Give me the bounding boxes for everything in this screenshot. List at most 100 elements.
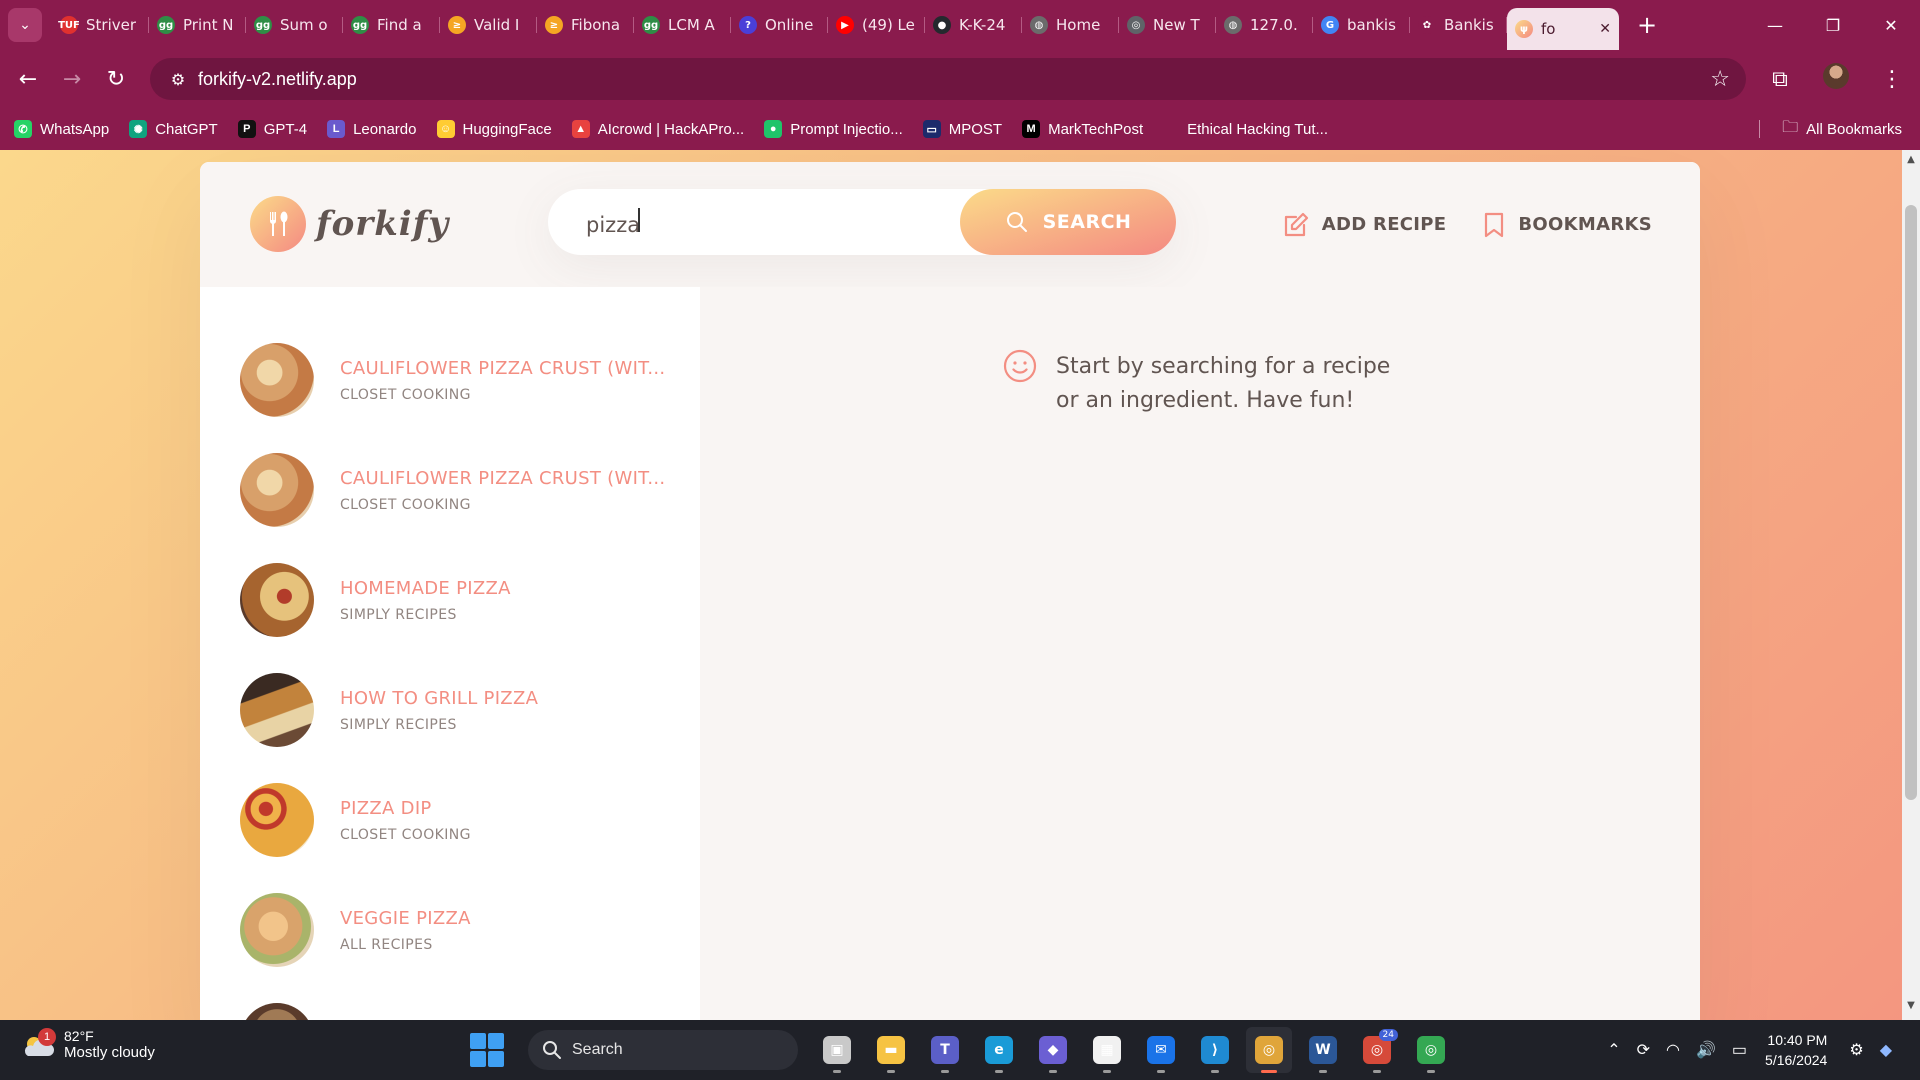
search-icon: [1006, 212, 1027, 232]
bookmark-item[interactable]: ● Prompt Injectio...: [764, 120, 903, 138]
taskbar-search-box[interactable]: Search: [528, 1030, 798, 1070]
result-preview-partial[interactable]: [200, 985, 700, 1020]
browser-tab[interactable]: Gbankis: [1313, 7, 1410, 43]
scroll-down-arrow-icon[interactable]: ▼: [1902, 1000, 1920, 1016]
result-preview[interactable]: VEGGIE PIZZA ALL RECIPES: [200, 875, 700, 985]
site-info-icon[interactable]: ⚙: [158, 70, 198, 89]
bookmark-item[interactable]: ▭ MPOST: [922, 120, 1002, 138]
preview-publisher: CLOSET COOKING: [340, 826, 471, 843]
bookmark-star-icon[interactable]: ☆: [1710, 67, 1730, 92]
extensions-icon[interactable]: ⧉: [1752, 67, 1808, 92]
windows-start-icon[interactable]: [470, 1033, 504, 1067]
browser-tab[interactable]: gg Print N: [149, 7, 246, 43]
store-icon: ▦: [1093, 1036, 1121, 1064]
bookmark-item[interactable]: L Leonardo: [327, 120, 417, 138]
browser-tab[interactable]: TUF Striver: [52, 7, 149, 43]
notifications-icon[interactable]: ⚙: [1849, 1040, 1863, 1060]
battery-icon[interactable]: ▭: [1732, 1040, 1747, 1060]
forward-button[interactable]: →: [50, 67, 94, 92]
reload-button[interactable]: ↻: [94, 67, 138, 92]
menu-icon[interactable]: ⋮: [1864, 67, 1920, 92]
weather-widget[interactable]: 1 82°F Mostly cloudy: [20, 1026, 155, 1062]
taskbar-app[interactable]: ◆: [1030, 1027, 1076, 1073]
search-input[interactable]: pizza: [586, 207, 966, 237]
result-preview[interactable]: CAULIFLOWER PIZZA CRUST (WIT... CLOSET C…: [200, 325, 700, 435]
taskbar-app[interactable]: ▣: [814, 1027, 860, 1073]
cloud-icon: 1: [20, 1026, 56, 1062]
result-preview[interactable]: CAULIFLOWER PIZZA CRUST (WIT... CLOSET C…: [200, 435, 700, 545]
add-recipe-button[interactable]: ADD RECIPE: [1282, 211, 1447, 239]
scrollbar-thumb[interactable]: [1905, 205, 1917, 800]
browser-tab[interactable]: ▶ (49) Le: [828, 7, 925, 43]
sync-icon[interactable]: ⟳: [1637, 1040, 1650, 1060]
browser-tab[interactable]: ◎ New T: [1119, 7, 1216, 43]
close-window-button[interactable]: ✕: [1862, 16, 1920, 35]
preview-data: PIZZA DIP CLOSET COOKING: [340, 798, 471, 843]
browser-tab[interactable]: ≥ Valid I: [440, 7, 537, 43]
new-tab-button[interactable]: +: [1631, 11, 1663, 39]
taskbar-app[interactable]: ◎: [1246, 1027, 1292, 1073]
gfg-icon: gg: [351, 16, 369, 34]
taskbar-search-label: Search: [572, 1041, 623, 1058]
browser-tab[interactable]: ? Online: [731, 7, 828, 43]
browser-tab[interactable]: ◍ Home: [1022, 7, 1119, 43]
clock[interactable]: 10:40 PM 5/16/2024: [1765, 1030, 1827, 1070]
running-indicator: [1049, 1070, 1057, 1073]
tab-label: Home: [1056, 16, 1101, 34]
bookmark-item[interactable]: ✺ ChatGPT: [129, 120, 218, 138]
browser-tab[interactable]: ≥ Fibona: [537, 7, 634, 43]
result-preview[interactable]: HOW TO GRILL PIZZA SIMPLY RECIPES: [200, 655, 700, 765]
taskbar-app[interactable]: ◎ 24: [1354, 1027, 1400, 1073]
taskbar-app[interactable]: W: [1300, 1027, 1346, 1073]
forkify-icon: ψ: [1515, 20, 1533, 38]
all-bookmarks-button[interactable]: 🗀 All Bookmarks: [1782, 108, 1902, 150]
result-preview[interactable]: PIZZA DIP CLOSET COOKING: [200, 765, 700, 875]
search-button[interactable]: SEARCH: [960, 189, 1176, 255]
taskbar-app[interactable]: ✉: [1138, 1027, 1184, 1073]
profile-avatar[interactable]: [1808, 63, 1864, 95]
preview-title: HOW TO GRILL PIZZA: [340, 687, 539, 709]
back-button[interactable]: ←: [6, 67, 50, 92]
taskbar-app[interactable]: T: [922, 1027, 968, 1073]
taskbar-app[interactable]: ⟩: [1192, 1027, 1238, 1073]
logo-text: forkify: [316, 204, 450, 244]
weather-description: Mostly cloudy: [64, 1043, 155, 1061]
taskbar-app[interactable]: ◎: [1408, 1027, 1454, 1073]
browser-tab[interactable]: ◍ 127.0.: [1216, 7, 1313, 43]
volume-icon[interactable]: 🔊: [1696, 1040, 1716, 1060]
restore-button[interactable]: ❐: [1804, 16, 1862, 35]
bookmark-item[interactable]: P GPT-4: [237, 120, 307, 138]
bookmark-item[interactable]: ✆ WhatsApp: [14, 120, 109, 138]
bookmarks-button[interactable]: BOOKMARKS: [1482, 211, 1652, 239]
wifi-icon[interactable]: ◠: [1666, 1040, 1680, 1060]
close-tab-icon[interactable]: ✕: [1599, 21, 1611, 37]
preview-publisher: SIMPLY RECIPES: [340, 606, 457, 623]
recipe-thumbnail: [240, 343, 314, 417]
url-text[interactable]: forkify-v2.netlify.app: [198, 69, 357, 90]
bookmark-item[interactable]: ▲ AIcrowd | HackAPro...: [571, 120, 744, 138]
browser-tab-active[interactable]: ψ fo ✕: [1507, 8, 1619, 50]
bookmark-item[interactable]: M MarkTechPost: [1022, 120, 1143, 138]
taskbar-app[interactable]: ▦: [1084, 1027, 1130, 1073]
browser-tab[interactable]: gg LCM A: [634, 7, 731, 43]
logo[interactable]: forkify: [250, 196, 449, 252]
bookmark-item[interactable]: Ethical Hacking Tut...: [1163, 121, 1328, 138]
folder-icon: 🗀: [1782, 118, 1799, 136]
browser-tab[interactable]: ● K-K-24: [925, 7, 1022, 43]
page-scrollbar[interactable]: ▲ ▼: [1902, 150, 1920, 1020]
browser-tab[interactable]: gg Sum o: [246, 7, 343, 43]
gfg-icon: gg: [157, 16, 175, 34]
minimize-button[interactable]: —: [1746, 16, 1804, 35]
result-preview[interactable]: HOMEMADE PIZZA SIMPLY RECIPES: [200, 545, 700, 655]
chevron-up-icon[interactable]: ⌃: [1607, 1040, 1620, 1060]
tab-search-button[interactable]: ⌄: [8, 8, 42, 42]
scroll-up-arrow-icon[interactable]: ▲: [1902, 154, 1920, 170]
address-bar[interactable]: ⚙ forkify-v2.netlify.app ☆: [150, 58, 1746, 100]
compiler-icon: ?: [739, 16, 757, 34]
bookmark-item[interactable]: ☺ HuggingFace: [436, 120, 552, 138]
browser-tab[interactable]: ✿ Bankis: [1410, 7, 1507, 43]
browser-tab[interactable]: gg Find a: [343, 7, 440, 43]
taskbar-app[interactable]: e: [976, 1027, 1022, 1073]
copilot-tray-icon[interactable]: ◆: [1880, 1040, 1892, 1060]
taskbar-app[interactable]: ▬: [868, 1027, 914, 1073]
